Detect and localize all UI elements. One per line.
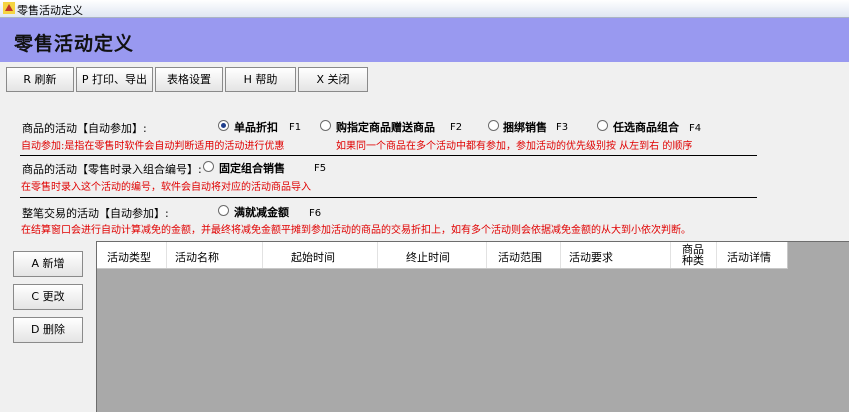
option-full-reduction-key: F6 (309, 208, 322, 219)
help-button[interactable]: H 帮助 (225, 67, 296, 92)
radio-any-combo[interactable] (597, 120, 608, 131)
section3-note: 在结算窗口会进行自动计算减免的金额，并最终将减免金额平摊到参加活动的商品的交易折… (21, 225, 691, 236)
option-bundle-sale-key: F3 (556, 122, 569, 133)
option-single-discount-label[interactable]: 单品折扣 (234, 119, 278, 135)
option-any-combo-label[interactable]: 任选商品组合 (613, 119, 679, 135)
radio-single-discount[interactable] (218, 120, 229, 131)
column-header[interactable]: 起始时间 (263, 242, 378, 268)
refresh-button[interactable]: R 刷新 (6, 67, 74, 92)
column-header[interactable]: 活动详情 (717, 242, 787, 268)
window-title: 零售活动定义 (17, 4, 83, 17)
table-settings-button[interactable]: 表格设置 (155, 67, 223, 92)
option-gift-items-key: F2 (450, 122, 463, 133)
option-fixed-combo-label[interactable]: 固定组合销售 (219, 160, 285, 176)
option-gift-items-label[interactable]: 购指定商品赠送商品 (336, 119, 435, 135)
table-header: 活动类型 活动名称 起始时间 终止时间 活动范围 活动要求 商品种类 活动详情 (97, 242, 788, 269)
window-titlebar: 零售活动定义 (0, 0, 849, 18)
section1-priority-note: 如果同一个商品在多个活动中都有参加，参加活动的优先级别按 从左到右 的顺序 (336, 141, 693, 152)
section2-note: 在零售时录入这个活动的编号，软件会自动将对应的活动商品导入 (21, 182, 311, 193)
radio-full-reduction[interactable] (218, 205, 229, 216)
radio-bundle-sale[interactable] (488, 120, 499, 131)
edit-button[interactable]: C 更改 (13, 284, 83, 310)
divider (20, 197, 757, 198)
section1-note: 自动参加:是指在零售时软件会自动判断适用的活动进行优惠 (21, 141, 285, 152)
option-bundle-sale-label[interactable]: 捆绑销售 (503, 119, 547, 135)
option-fixed-combo-key: F5 (314, 163, 327, 174)
toolbar: R 刷新 P 打印、导出 表格设置 H 帮助 X 关闭 (0, 62, 849, 96)
option-full-reduction-label[interactable]: 满就减金额 (234, 204, 289, 220)
column-header[interactable]: 活动范围 (487, 242, 561, 268)
column-header[interactable]: 终止时间 (378, 242, 487, 268)
column-header[interactable]: 活动名称 (167, 242, 263, 268)
delete-button[interactable]: D 删除 (13, 317, 83, 343)
column-header[interactable]: 活动要求 (561, 242, 671, 268)
radio-gift-items[interactable] (320, 120, 331, 131)
page-title: 零售活动定义 (14, 33, 135, 55)
section1-label: 商品的活动【自动参加】: (22, 122, 147, 135)
section3-label: 整笔交易的活动【自动参加】: (22, 207, 169, 220)
print-export-button[interactable]: P 打印、导出 (76, 67, 153, 92)
radio-fixed-combo[interactable] (203, 161, 214, 172)
section2-label: 商品的活动【零售时录入组合编号】: (22, 163, 202, 176)
header-banner: 零售活动定义 (0, 18, 849, 62)
column-header[interactable]: 活动类型 (97, 242, 167, 268)
option-any-combo-key: F4 (689, 123, 702, 134)
activity-table[interactable]: 活动类型 活动名称 起始时间 终止时间 活动范围 活动要求 商品种类 活动详情 (96, 241, 849, 412)
close-button[interactable]: X 关闭 (298, 67, 368, 92)
app-icon (3, 2, 15, 14)
add-button[interactable]: A 新增 (13, 251, 83, 277)
column-header[interactable]: 商品种类 (671, 242, 717, 268)
divider (20, 155, 757, 156)
option-single-discount-key: F1 (289, 122, 302, 133)
